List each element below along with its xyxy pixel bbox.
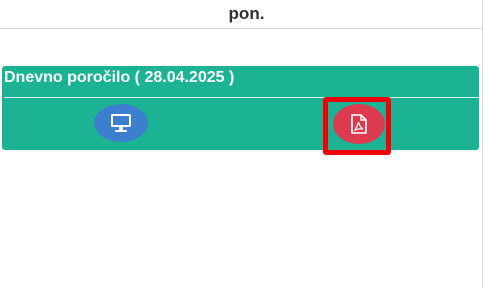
report-divider [4, 97, 479, 98]
day-header: pon. [0, 0, 483, 29]
day-label: pon. [228, 4, 265, 23]
page: pon. Dnevno poročilo ( 28.04.2025 ) [0, 0, 483, 288]
view-on-screen-button[interactable] [94, 104, 148, 142]
report-title: Dnevno poročilo ( 28.04.2025 ) [4, 69, 235, 86]
monitor-icon [111, 114, 131, 132]
pdf-button-highlight [323, 97, 391, 155]
daily-report-card: Dnevno poročilo ( 28.04.2025 ) [2, 66, 479, 150]
